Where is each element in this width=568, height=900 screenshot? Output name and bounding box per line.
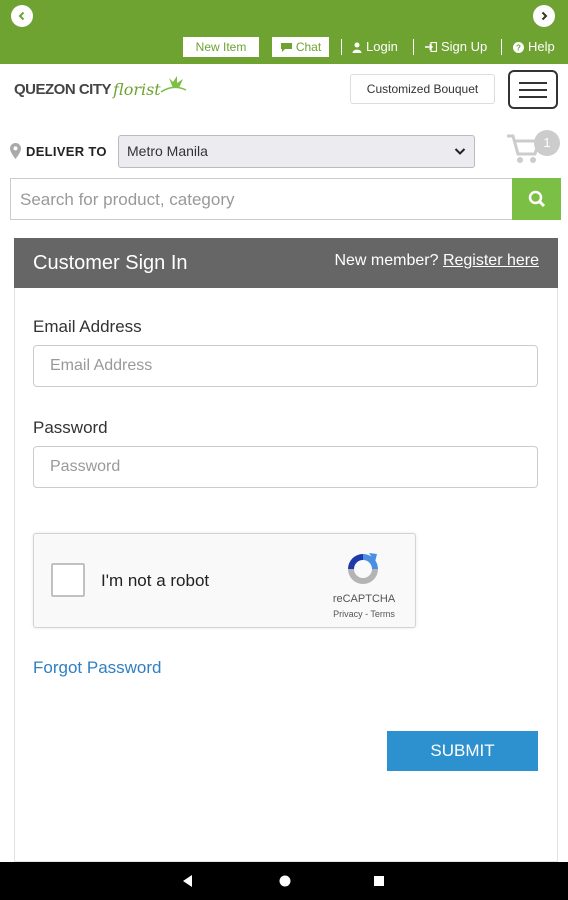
svg-text:?: ? bbox=[516, 43, 521, 52]
chat-button[interactable]: Chat bbox=[272, 37, 329, 57]
search-button[interactable] bbox=[512, 178, 561, 220]
deliver-to: DELIVER TO bbox=[10, 143, 107, 159]
login-link[interactable]: Login bbox=[352, 37, 398, 57]
help-link[interactable]: ? Help bbox=[513, 37, 555, 57]
next-arrow-button[interactable] bbox=[533, 5, 555, 27]
cart-count-badge: 1 bbox=[534, 130, 560, 156]
chat-icon bbox=[280, 42, 292, 52]
help-icon: ? bbox=[513, 41, 524, 53]
menu-icon bbox=[519, 81, 547, 84]
recaptcha-widget: I'm not a robot reCAPTCHA Privacy - Term… bbox=[33, 533, 416, 628]
sign-up-label: Sign Up bbox=[441, 39, 488, 54]
sign-up-link[interactable]: Sign Up bbox=[425, 37, 487, 57]
recents-icon[interactable] bbox=[372, 873, 386, 889]
search-placeholder: Search for product, category bbox=[20, 190, 235, 209]
page-title: Customer Sign In bbox=[33, 252, 188, 274]
region-value: Metro Manila bbox=[127, 143, 208, 159]
top-bar: New Item Chat Login Sign Up ? Help bbox=[0, 0, 568, 64]
back-icon[interactable] bbox=[180, 873, 194, 889]
register-prompt: New member? Register here bbox=[334, 252, 539, 270]
home-icon[interactable] bbox=[278, 873, 292, 889]
prev-arrow-button[interactable] bbox=[11, 5, 33, 27]
site-logo[interactable]: QUEZON CITY florist bbox=[14, 74, 187, 104]
new-member-text: New member? bbox=[334, 252, 439, 269]
region-select[interactable]: Metro Manila bbox=[118, 135, 475, 168]
recaptcha-links[interactable]: Privacy - Terms bbox=[324, 609, 404, 619]
recaptcha-icon bbox=[348, 553, 378, 584]
login-label: Login bbox=[366, 39, 398, 54]
chevron-right-icon bbox=[541, 11, 548, 21]
submit-button[interactable]: SUBMIT bbox=[387, 731, 538, 771]
menu-button[interactable] bbox=[508, 70, 558, 109]
divider bbox=[413, 39, 414, 55]
email-field[interactable] bbox=[33, 345, 538, 387]
search-input[interactable]: Search for product, category bbox=[10, 178, 512, 220]
divider bbox=[501, 39, 502, 55]
register-link[interactable]: Register here bbox=[443, 252, 539, 269]
user-icon bbox=[352, 42, 362, 53]
logo-text: QUEZON CITY bbox=[14, 80, 112, 98]
recaptcha-checkbox[interactable] bbox=[51, 563, 85, 597]
divider bbox=[341, 39, 342, 55]
deliver-label: DELIVER TO bbox=[26, 143, 107, 159]
menu-icon bbox=[519, 95, 547, 98]
sign-in-icon bbox=[425, 42, 437, 52]
map-pin-icon bbox=[10, 143, 21, 159]
chat-label: Chat bbox=[295, 40, 322, 54]
sign-in-header: Customer Sign In New member? Register he… bbox=[14, 238, 558, 288]
chevron-down-icon bbox=[454, 148, 466, 155]
chevron-left-icon bbox=[18, 11, 25, 21]
recaptcha-label: I'm not a robot bbox=[101, 571, 210, 590]
new-item-link[interactable]: New Item bbox=[183, 37, 259, 57]
forgot-password-link[interactable]: Forgot Password bbox=[33, 658, 162, 678]
menu-icon bbox=[519, 88, 547, 91]
help-label: Help bbox=[528, 39, 555, 54]
password-field[interactable] bbox=[33, 446, 538, 488]
customized-bouquet-button[interactable]: Customized Bouquet bbox=[350, 74, 495, 104]
password-label: Password bbox=[33, 418, 108, 437]
logo-script-text: florist bbox=[113, 79, 161, 99]
android-nav-bar bbox=[0, 862, 568, 900]
recaptcha-brand: reCAPTCHA bbox=[332, 593, 396, 605]
flower-icon bbox=[160, 76, 187, 93]
search-icon bbox=[528, 190, 545, 208]
email-label: Email Address bbox=[33, 317, 142, 336]
